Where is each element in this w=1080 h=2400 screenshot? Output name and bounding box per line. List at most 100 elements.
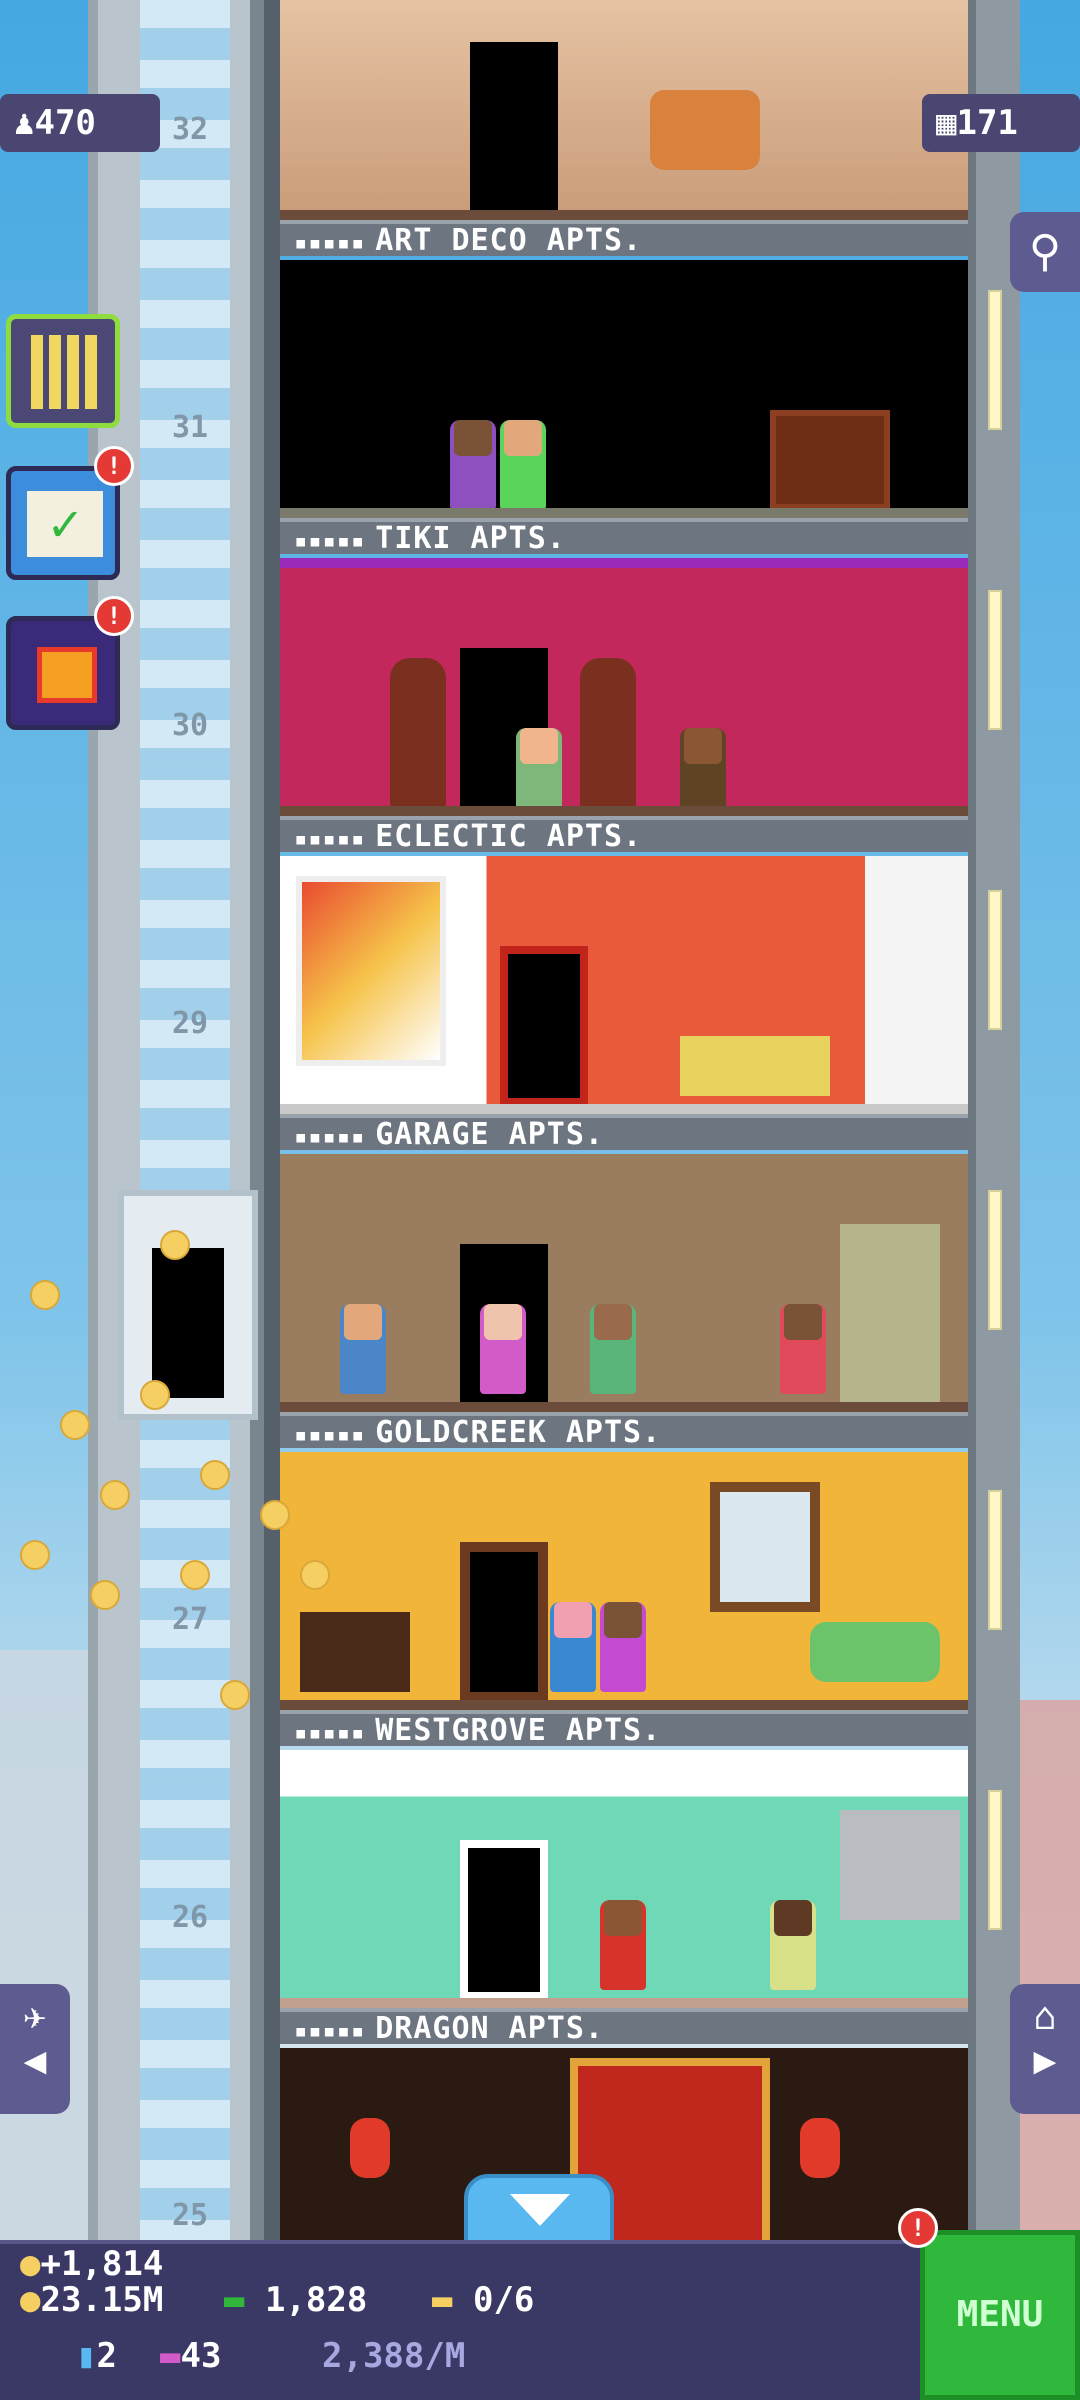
floor-strip <box>280 806 968 816</box>
floor-label: ▪▪▪▪▪ DRAGON APTS. <box>280 2008 968 2046</box>
resident[interactable] <box>480 1304 526 1394</box>
resident[interactable] <box>600 1602 646 1692</box>
elevator-car[interactable] <box>118 1190 258 1420</box>
floor-label: ▪▪▪▪▪ ECLECTIC APTS. <box>280 816 968 854</box>
kitchen-cabinet <box>840 1810 960 1920</box>
resident-slots: ▪▪▪▪▪ <box>294 1125 366 1150</box>
room-interior <box>280 558 968 816</box>
resident-slots: ▪▪▪▪▪ <box>294 1423 366 1448</box>
floor-strip <box>280 1104 968 1114</box>
paper-lantern <box>800 2118 840 2178</box>
bottom-hud: ●+1,814 ●23.15M ▬ 1,828 ▬ 0/6 ▮2 ▬43 2,3… <box>0 2240 920 2400</box>
coin <box>20 1540 50 1570</box>
floors-value: 171 <box>956 103 1018 143</box>
resident[interactable] <box>590 1304 636 1394</box>
floor-number-31: 31 <box>171 410 209 445</box>
floor-strip <box>280 508 968 518</box>
floor-name: ART DECO APTS. <box>375 223 643 258</box>
tickets-readout[interactable]: ▬ 0/6 <box>432 2280 534 2320</box>
resident-slots: ▪▪▪▪▪ <box>294 231 366 256</box>
building-icon <box>31 335 97 409</box>
magnifier-icon: ⚲ <box>1028 226 1062 277</box>
resident-slots: ▪▪▪▪▪ <box>294 1721 366 1746</box>
arrow-right-icon: ▶ <box>1033 2038 1057 2082</box>
floor-name: ECLECTIC APTS. <box>375 819 643 854</box>
home-icon: ⌂ <box>1033 1994 1057 2038</box>
tv-cabinet <box>300 1612 410 1692</box>
coins-readout[interactable]: ●23.15M <box>20 2280 163 2320</box>
floor-name: TIKI APTS. <box>375 521 566 556</box>
resident[interactable] <box>600 1900 646 1990</box>
filing-cabinet <box>840 1224 940 1404</box>
floor-number-32: 32 <box>171 112 209 147</box>
coin <box>90 1580 120 1610</box>
floor-label: ▪▪▪▪▪ GARAGE APTS. <box>280 1114 968 1152</box>
room-interior <box>280 1154 968 1412</box>
room-interior <box>280 260 968 518</box>
menu-button[interactable]: MENU <box>920 2230 1080 2400</box>
resident[interactable] <box>780 1304 826 1394</box>
window-light <box>988 290 1002 430</box>
coin-icon: ● <box>20 2244 41 2284</box>
room-interior <box>280 1750 968 2008</box>
coins-value: 23.15M <box>40 2280 164 2320</box>
fireplace <box>770 410 890 510</box>
chevron-down-icon <box>510 2194 570 2226</box>
floor-label: ▪▪▪▪▪ GOLDCREEK APTS. <box>280 1412 968 1450</box>
ticket-icon: ▬ <box>432 2280 453 2320</box>
tower-left-wall <box>264 0 280 2240</box>
coin <box>200 1460 230 1490</box>
airplane-icon: ✈ <box>23 1994 47 2038</box>
coin <box>140 1380 170 1410</box>
resident[interactable] <box>500 420 546 510</box>
rate-readout: 2,388/M <box>322 2336 466 2376</box>
floor-name: DRAGON APTS. <box>375 2011 604 2046</box>
arrow-left-icon: ◀ <box>23 2038 47 2082</box>
coin <box>180 1560 210 1590</box>
room-interior <box>280 0 968 220</box>
vip-icon: ▬ <box>160 2336 181 2376</box>
search-button[interactable]: ⚲ <box>1010 212 1080 292</box>
vip-readout: ▬43 <box>160 2336 221 2376</box>
floors-icon: ▦ <box>936 103 957 143</box>
background-building <box>1020 1700 1080 2260</box>
citizens-counter[interactable]: ♟470 <box>0 94 160 152</box>
tiki-statue <box>580 658 636 808</box>
floor-label: ▪▪▪▪▪ ART DECO APTS. <box>280 220 968 258</box>
lobby-button[interactable]: ⌂ ▶ <box>1010 1984 1080 2114</box>
resident[interactable] <box>680 728 726 816</box>
room-door <box>460 1542 548 1702</box>
resident[interactable] <box>340 1304 386 1394</box>
coin <box>260 1500 290 1530</box>
window-light <box>988 1190 1002 1330</box>
floor-strip <box>280 210 968 220</box>
sofa <box>680 1036 830 1096</box>
coin <box>60 1410 90 1440</box>
tiki-statue <box>390 658 446 808</box>
visitor-button[interactable]: ✈ ◀ <box>0 1984 70 2114</box>
menu-alert-badge: ! <box>898 2208 938 2248</box>
resident-slots: ▪▪▪▪▪ <box>294 827 366 852</box>
resident[interactable] <box>516 728 562 816</box>
resident-slots: ▪▪▪▪▪ <box>294 2019 366 2044</box>
tickets-value: 0/6 <box>472 2280 535 2320</box>
coin <box>220 1680 250 1710</box>
floor-name: WESTGROVE APTS. <box>375 1713 662 1748</box>
resident[interactable] <box>770 1900 816 1990</box>
floor-name: GARAGE APTS. <box>375 1117 604 1152</box>
resident[interactable] <box>450 420 496 510</box>
bux-readout[interactable]: ▬ 1,828 <box>224 2280 367 2320</box>
build-floor-button[interactable] <box>6 314 120 428</box>
scroll-down-button[interactable] <box>464 2174 614 2244</box>
floors-counter[interactable]: ▦171 <box>922 94 1080 152</box>
missions-alert-badge: ! <box>94 446 134 486</box>
coin-stack-icon: ● <box>20 2280 41 2320</box>
sofa <box>810 1622 940 1682</box>
window-light <box>988 590 1002 730</box>
resident[interactable] <box>550 1602 596 1692</box>
elevator-count-readout: ▮2 <box>76 2336 117 2376</box>
sofa <box>650 90 760 170</box>
elevator-icon: ▮ <box>76 2336 97 2376</box>
gift-icon <box>37 647 97 703</box>
resident-slots: ▪▪▪▪▪ <box>294 529 366 554</box>
